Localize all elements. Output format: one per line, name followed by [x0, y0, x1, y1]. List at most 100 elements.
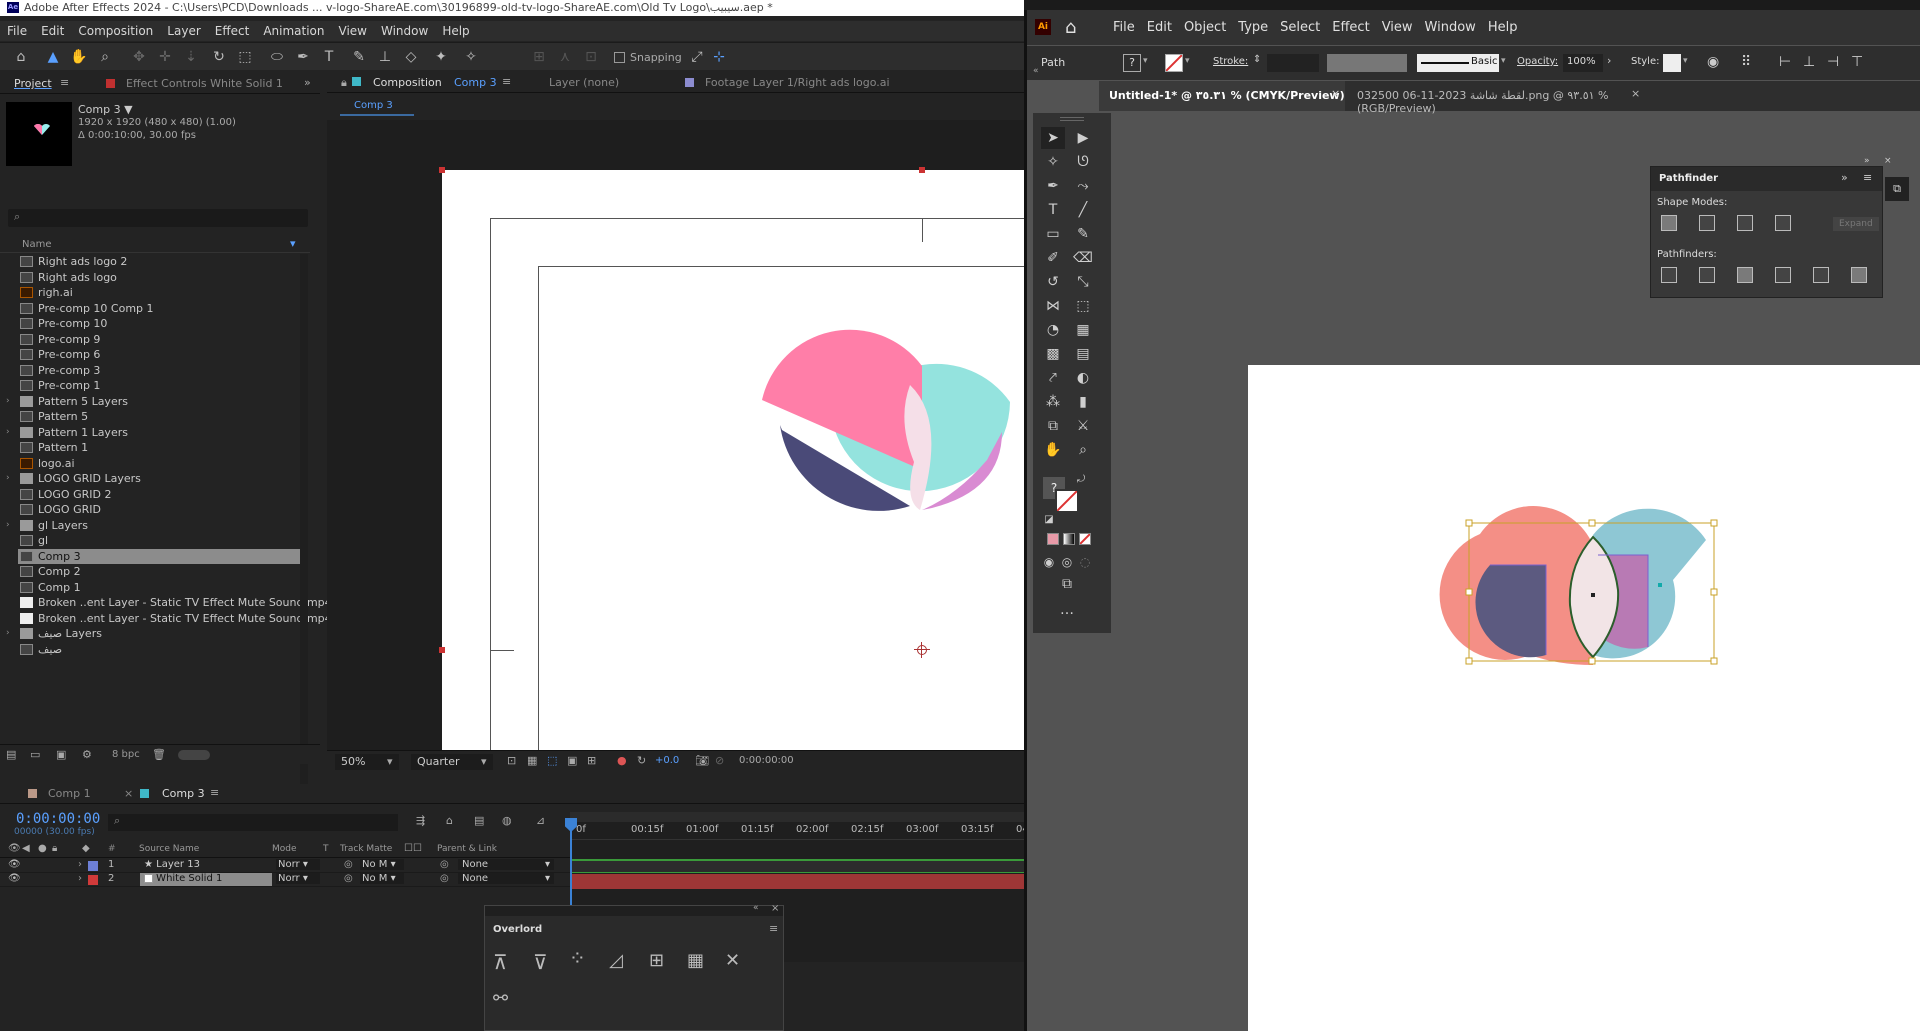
graphic-style-swatch[interactable]: [1663, 54, 1681, 72]
bbox-handle[interactable]: [1465, 519, 1473, 527]
col-t[interactable]: T: [323, 844, 329, 854]
eye-icon[interactable]: 👁︎: [8, 843, 21, 854]
eye-icon[interactable]: 👁︎: [8, 859, 21, 870]
perspective-grid-tool-icon[interactable]: ▦: [1071, 319, 1095, 341]
label-icon[interactable]: ◆: [82, 843, 90, 854]
pick-whip-icon[interactable]: ◎: [440, 859, 449, 870]
tab-footage[interactable]: Footage Layer 1/Right ads logo.ai: [705, 76, 890, 89]
matte-icon[interactable]: ◎: [344, 873, 353, 884]
project-item[interactable]: Comp 1: [18, 580, 302, 595]
selected-heart-art[interactable]: [1248, 365, 1920, 1031]
project-item[interactable]: Pre-comp 9: [18, 332, 302, 347]
blend-tool-icon[interactable]: ◐: [1071, 367, 1095, 389]
stroke-stepper-icon[interactable]: ⇕: [1253, 54, 1261, 65]
col-mode[interactable]: Mode: [272, 844, 297, 854]
ae-menu-composition[interactable]: Composition: [71, 21, 160, 41]
chevron-down-icon[interactable]: ▾: [1683, 56, 1688, 66]
anchor-tool-icon[interactable]: ⬚: [236, 48, 254, 66]
close-icon[interactable]: ×: [1884, 156, 1900, 166]
variable-width-profile[interactable]: [1327, 54, 1407, 72]
snap-edge-icon[interactable]: ⤢: [688, 48, 706, 66]
interpret-footage-icon[interactable]: ▤: [6, 748, 16, 761]
opacity-input[interactable]: 100%: [1563, 54, 1603, 72]
gradient-tool-icon[interactable]: ▤: [1071, 343, 1095, 365]
ae-menu-view[interactable]: View: [332, 21, 374, 41]
pen-tool-icon[interactable]: ✒: [294, 48, 312, 66]
chevron-right-icon[interactable]: ›: [6, 425, 10, 440]
stroke-swatch[interactable]: [1165, 54, 1183, 72]
lasso-tool-icon[interactable]: ᘎ: [1071, 151, 1095, 173]
color-mode-icon[interactable]: [1047, 533, 1059, 545]
curvature-tool-icon[interactable]: ⤳: [1071, 175, 1095, 197]
rotate-tool-icon[interactable]: ↺: [1041, 271, 1065, 293]
project-item[interactable]: Right ads logo: [18, 270, 302, 285]
stamp-tool-icon[interactable]: ⊥: [376, 48, 394, 66]
ai-menu-type[interactable]: Type: [1232, 10, 1274, 45]
minus-back-button[interactable]: [1851, 267, 1867, 283]
chevron-right-icon[interactable]: ›: [6, 518, 10, 533]
chevron-right-icon[interactable]: ›: [78, 859, 82, 870]
ai-menu-window[interactable]: Window: [1419, 10, 1482, 45]
mask-visibility-icon[interactable]: ⬚: [547, 754, 557, 767]
transparency-grid-icon[interactable]: ▦: [527, 754, 537, 767]
fill-swatch[interactable]: ?: [1123, 54, 1141, 72]
ai-menu-view[interactable]: View: [1376, 10, 1419, 45]
bbox-handle[interactable]: [1588, 519, 1596, 527]
axis-local-icon[interactable]: ⊞: [530, 48, 548, 66]
tab-comp-3[interactable]: Comp 3: [162, 787, 205, 800]
align-center-icon[interactable]: ⊥: [1803, 54, 1815, 70]
project-item[interactable]: LOGO GRID: [18, 502, 302, 517]
shaper-tool-icon[interactable]: ✐: [1041, 247, 1065, 269]
puppet-tool-icon[interactable]: ✧: [462, 48, 480, 66]
project-item[interactable]: gl: [18, 533, 302, 548]
project-settings-icon[interactable]: ⚙: [82, 748, 92, 761]
ae-menu-edit[interactable]: Edit: [34, 21, 71, 41]
layer-name[interactable]: White Solid 1: [140, 873, 272, 886]
stroke-weight-input[interactable]: [1267, 54, 1319, 72]
comp-name[interactable]: Comp 3 ▼: [78, 103, 133, 116]
guides-icon[interactable]: ⊞: [587, 754, 596, 767]
pull-to-ai-icon[interactable]: ⊽: [533, 950, 548, 974]
project-item[interactable]: Pre-comp 6: [18, 347, 302, 362]
panel-collapse-icon[interactable]: »: [1864, 156, 1880, 166]
hand-tool-icon[interactable]: ✋: [1041, 439, 1065, 461]
snap-grid-icon[interactable]: ⊹: [710, 48, 728, 66]
column-graph-tool-icon[interactable]: ▮: [1071, 391, 1095, 413]
orbit-tool-icon[interactable]: ✥: [130, 48, 148, 66]
tab-layer[interactable]: Layer (none): [549, 76, 619, 89]
new-folder-icon[interactable]: ▭: [30, 748, 40, 761]
layer-label-color-icon[interactable]: [88, 861, 98, 871]
pathfinder-dock-icon[interactable]: ⧉: [1885, 177, 1909, 201]
merge-button[interactable]: [1737, 267, 1753, 283]
chevron-down-icon[interactable]: ▾: [1501, 56, 1506, 66]
chevron-down-icon[interactable]: ▾: [1143, 56, 1148, 66]
layer-name[interactable]: ★ Layer 13: [140, 859, 272, 872]
width-tool-icon[interactable]: ⋈: [1041, 295, 1065, 317]
project-scrollbar[interactable]: [300, 254, 308, 799]
ae-menu-file[interactable]: File: [0, 21, 34, 41]
selection-tool-icon[interactable]: ▲: [44, 48, 62, 66]
exposure-value[interactable]: +0.0: [655, 755, 679, 766]
ai-menu-edit[interactable]: Edit: [1141, 10, 1178, 45]
opacity-label[interactable]: Opacity:: [1517, 56, 1558, 67]
toolbar-grip[interactable]: [1060, 117, 1084, 121]
project-item[interactable]: LOGO GRID 2: [18, 487, 302, 502]
bbox-handle[interactable]: [1710, 657, 1718, 665]
bbox-handle[interactable]: [1710, 519, 1718, 527]
dolly-tool-icon[interactable]: ⇣: [182, 48, 200, 66]
direct-selection-tool-icon[interactable]: ▶: [1071, 127, 1095, 149]
home-icon[interactable]: ⌂: [1065, 10, 1076, 45]
project-item[interactable]: Right ads logo 2: [18, 254, 302, 269]
doc-tab-screenshot[interactable]: 032500 06-11-2023 لقطة شاشة.png @ ٩٣.٥١ …: [1349, 81, 1649, 115]
tab-comp-name[interactable]: Comp 3: [454, 76, 497, 89]
tab-composition[interactable]: Composition: [373, 76, 442, 89]
parent-select[interactable]: None ▾: [458, 859, 554, 870]
chevron-down-icon[interactable]: ▾: [1185, 56, 1190, 66]
matte-icon[interactable]: ◎: [344, 859, 353, 870]
tab-comp-1[interactable]: Comp 1: [48, 787, 91, 800]
bbox-handle[interactable]: [1465, 588, 1473, 596]
scale-tool-icon[interactable]: ⤡: [1071, 271, 1095, 293]
close-icon[interactable]: ×: [1631, 87, 1640, 100]
more-tools-icon[interactable]: …: [1055, 599, 1079, 621]
eye-icon[interactable]: 👁︎: [8, 873, 21, 884]
